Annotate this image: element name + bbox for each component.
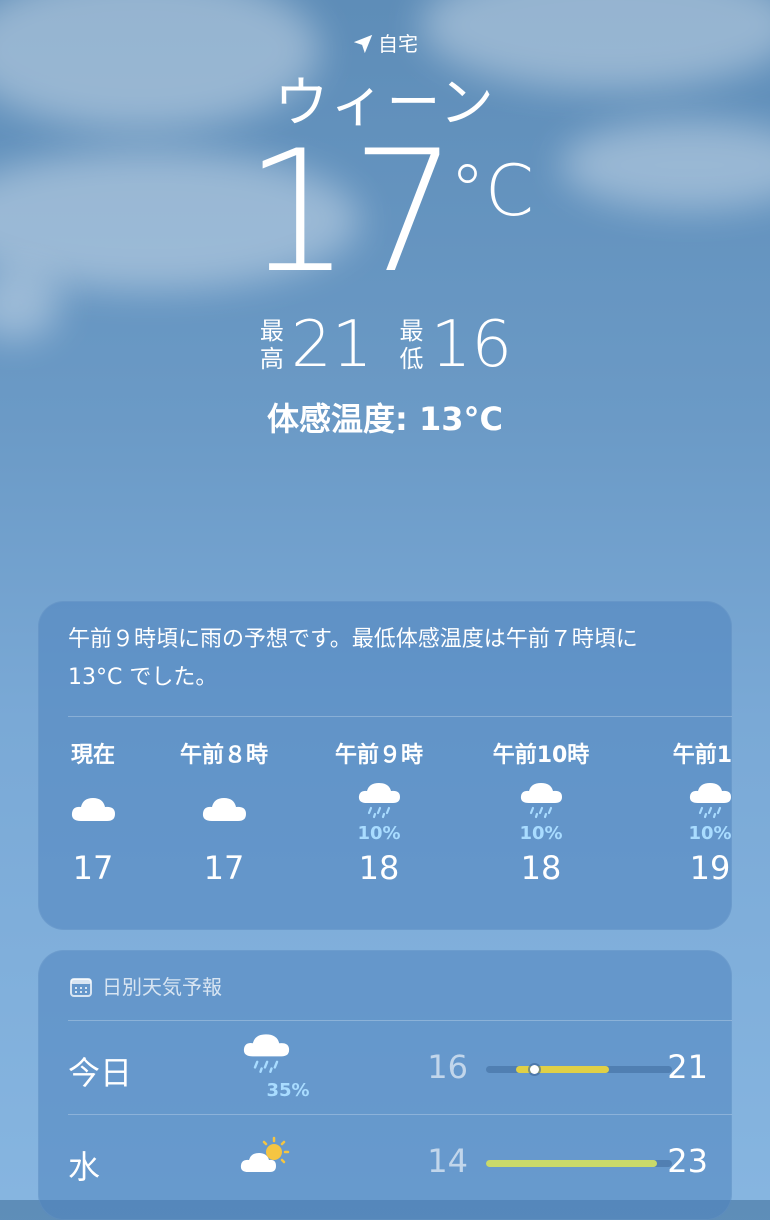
cloud-icon (164, 771, 284, 841)
feels-like: 体感温度: 13°C (267, 400, 503, 438)
calendar-icon (70, 978, 92, 997)
hour-label: 午前９時 (334, 743, 423, 768)
daily-row[interactable]: 今日 35% 16 21 (68, 1022, 708, 1114)
precip-chance: 35% (266, 1080, 310, 1101)
current-temperature: 17°C (0, 128, 770, 296)
low-label: 最低 (399, 317, 424, 373)
current-temp-value: 17 (244, 114, 458, 310)
daily-forecast-card[interactable]: 日別天気予報 今日 35% 16 21 水 14 23 (38, 950, 732, 1220)
hourly-item: 午前９時 10% 18 (319, 741, 439, 887)
cloud-rain-icon: 10% (650, 771, 732, 844)
current-temp-unit: °C (449, 150, 534, 232)
high-low: 最高 21 最低 16 (0, 308, 770, 382)
temp-range-fill (486, 1160, 658, 1167)
day-name: 今日 (68, 1054, 133, 1092)
cloud-icon (38, 771, 153, 841)
day-high-temp: 21 (667, 1048, 708, 1086)
daily-forecast-title: 日別天気予報 (70, 971, 222, 1000)
forecast-summary: 午前９時頃に雨の予想です。最低体感温度は午前７時頃に 13°C でした。 (68, 627, 638, 690)
hour-label: 午前10時 (492, 743, 590, 768)
low-value: 16 (430, 308, 513, 382)
hourly-item: 午前11 10% 19 (650, 741, 732, 887)
high-label: 最高 (259, 317, 284, 373)
cloud-rain-icon: 10% (481, 771, 601, 844)
hour-temp: 17 (72, 849, 114, 887)
day-high-temp: 23 (667, 1142, 708, 1180)
hour-temp: 18 (358, 849, 400, 887)
divider (68, 1020, 732, 1021)
temp-range-bar (486, 1160, 672, 1167)
partly-sunny-icon (238, 1134, 318, 1204)
precip-chance: 10% (357, 823, 401, 844)
location-text: 自宅 (378, 32, 418, 56)
low-temp: 最低 16 (398, 308, 513, 382)
precip-chance: 10% (688, 823, 732, 844)
high-value: 21 (291, 308, 373, 382)
divider (68, 716, 732, 717)
hour-label: 現在 (70, 743, 115, 768)
temp-range-bar (486, 1065, 672, 1074)
cloud-rain-icon: 10% (319, 771, 439, 844)
hour-label: 午前11 (672, 743, 732, 768)
day-low-temp: 14 (427, 1142, 468, 1180)
location-label: 自宅 (0, 28, 770, 57)
precip-chance: 10% (519, 823, 563, 844)
day-low-temp: 16 (427, 1048, 468, 1086)
hour-label: 午前８時 (179, 743, 268, 768)
hour-temp: 17 (203, 849, 245, 887)
hourly-item: 午前10時 10% 18 (481, 741, 601, 887)
location-arrow-icon (353, 34, 373, 54)
hourly-item: 午前８時 17 (164, 741, 284, 887)
divider (68, 1114, 732, 1115)
hourly-item: 現在 17 (38, 741, 153, 887)
hourly-forecast-card[interactable]: 午前９時頃に雨の予想です。最低体感温度は午前７時頃に 13°C でした。 現在 1… (38, 601, 732, 930)
hour-temp: 18 (520, 849, 562, 887)
hour-temp: 19 (689, 849, 731, 887)
day-name: 水 (68, 1148, 101, 1186)
daily-row[interactable]: 水 14 23 (68, 1116, 708, 1208)
high-temp: 最高 21 (258, 308, 373, 382)
